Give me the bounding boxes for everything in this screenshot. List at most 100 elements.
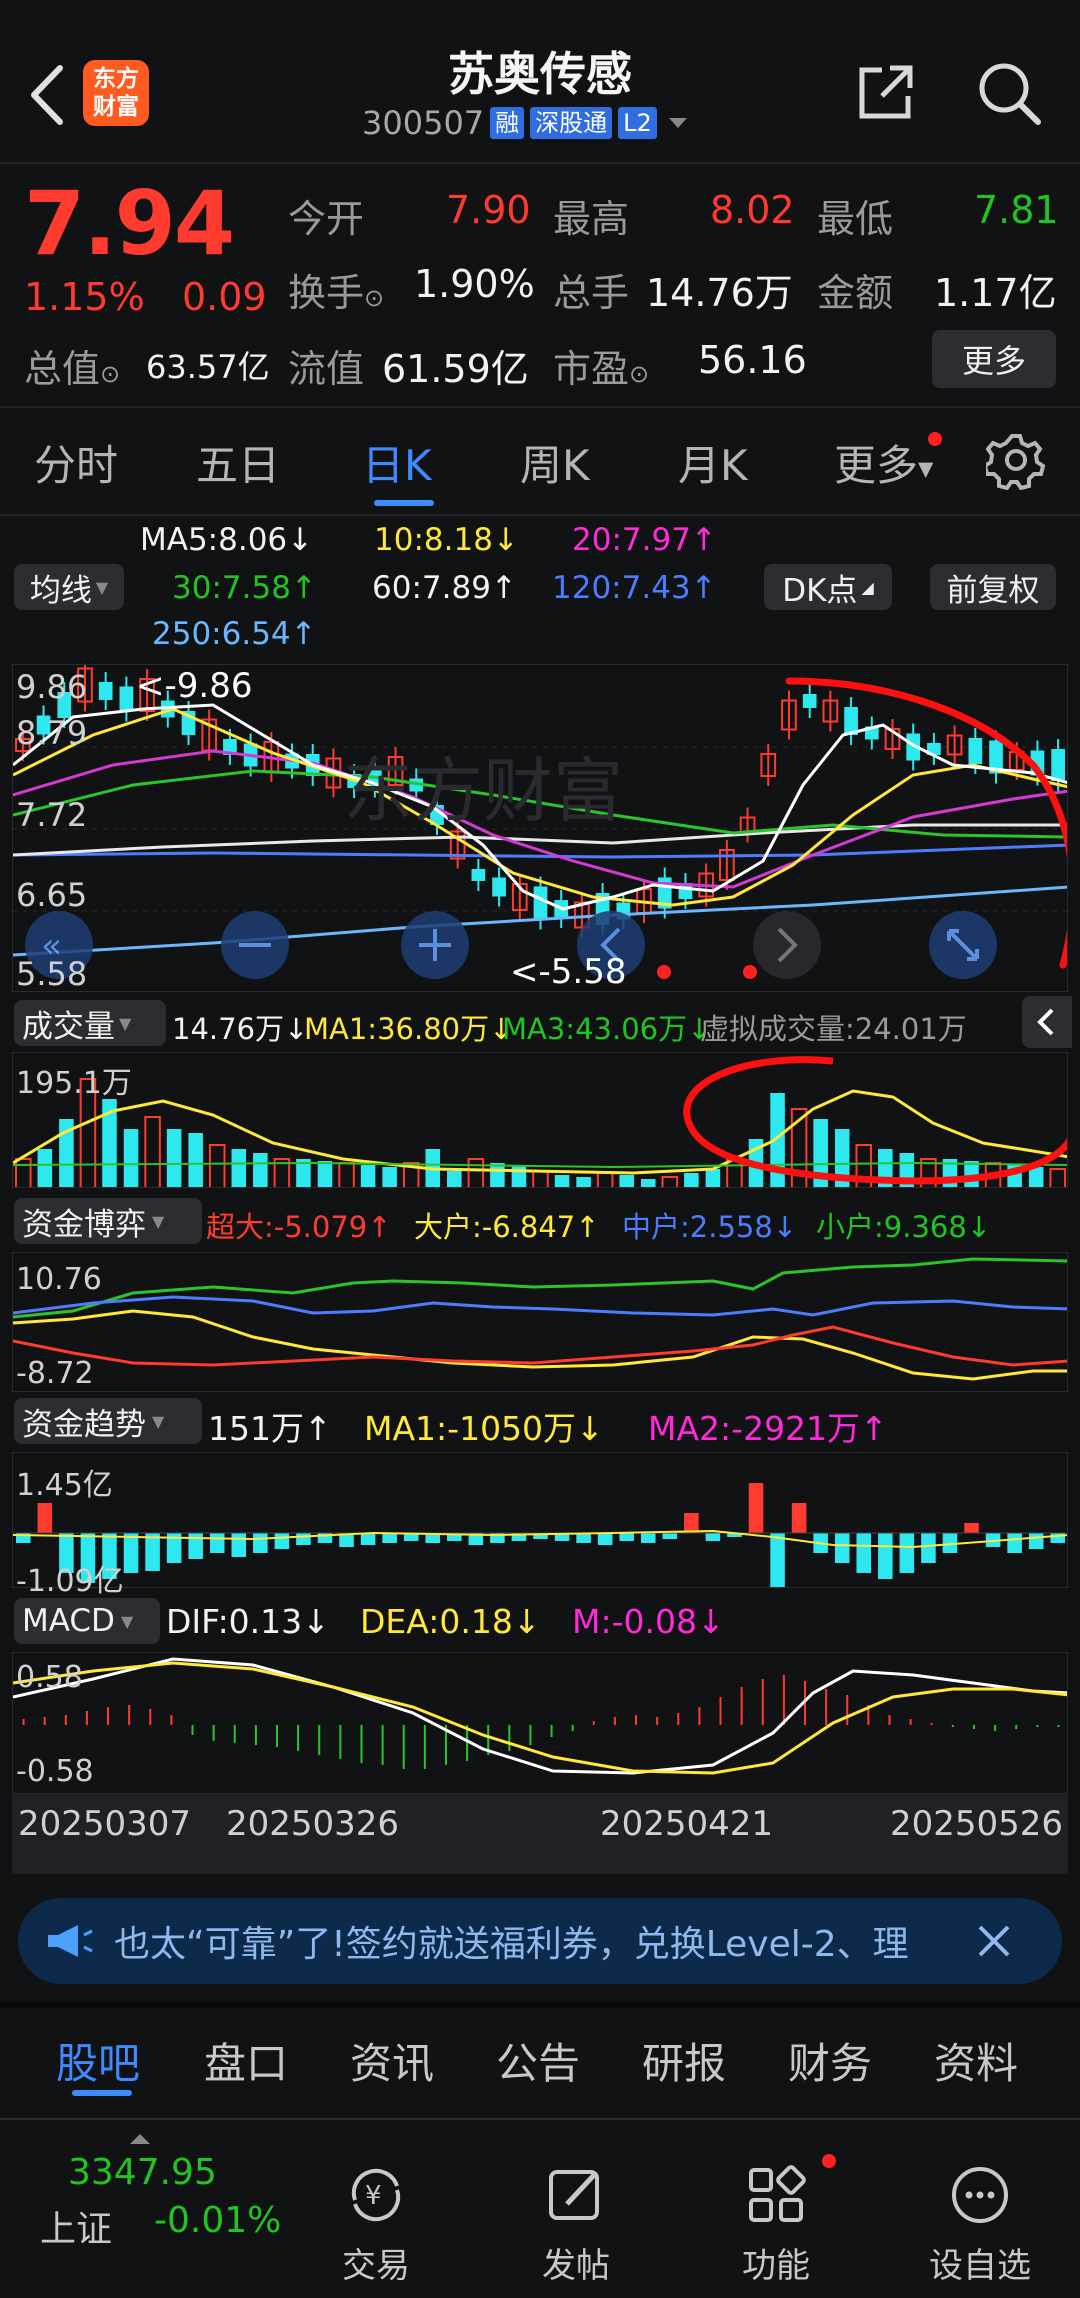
fund-game-selector[interactable]: 资金博弈 ▼: [14, 1198, 202, 1244]
fund-game-axis-top: 10.76: [16, 1262, 102, 1297]
chevron-down-icon: ▼: [152, 1211, 165, 1231]
tab-news[interactable]: 资讯: [350, 2030, 434, 2091]
ma60-label: 60:7.89↑: [372, 570, 517, 606]
macd-chart[interactable]: [12, 1652, 1068, 1794]
stat-open: 今开: [288, 197, 365, 241]
trend-bar: [123, 1533, 139, 1573]
stat-mktcap[interactable]: 总值⊙: [24, 338, 120, 393]
nav-features[interactable]: 功能: [716, 2160, 836, 2287]
volume-selector[interactable]: 成交量 ▼: [14, 1000, 166, 1046]
candle: [98, 682, 113, 700]
fund-game-chart[interactable]: [12, 1252, 1068, 1392]
tab-finance[interactable]: 财务: [788, 2030, 872, 2091]
stat-amount-value: 1.17亿: [934, 271, 1057, 315]
ma20-label: 20:7.97↑: [572, 522, 717, 558]
adjust-button[interactable]: 前复权: [930, 564, 1056, 610]
fund-trend-selector[interactable]: 资金趋势 ▼: [14, 1398, 202, 1444]
macd-dea: DEA:0.18↓: [360, 1602, 541, 1641]
date-axis: 20250307 20250326 20250421 20250526: [12, 1794, 1068, 1874]
share-button[interactable]: [852, 60, 918, 126]
stat-float: 流值: [288, 347, 365, 391]
stat-turnover[interactable]: 换手⊙: [288, 262, 384, 317]
stat-low: 最低: [817, 197, 894, 241]
mid-line: [13, 1295, 1067, 1317]
candle: [802, 694, 817, 708]
date-label: 20250326: [226, 1804, 400, 1844]
fund-trend-ma1: MA1:-1050万↓: [364, 1409, 604, 1448]
macd-axis-top: 0.58: [16, 1660, 83, 1695]
volume-bar: [554, 1175, 570, 1187]
index-change: -0.01%: [154, 2200, 282, 2241]
trend-bar: [231, 1533, 247, 1557]
stock-code-row[interactable]: 300507 融 深股通 L2: [362, 104, 691, 142]
trend-bar: [382, 1533, 397, 1543]
settings-button[interactable]: [982, 430, 1046, 491]
ma-selector[interactable]: 均线 ▼: [14, 564, 124, 610]
more-button[interactable]: 更多: [932, 330, 1056, 388]
tab-monthly-k[interactable]: 月K: [678, 432, 748, 493]
tab-five-day[interactable]: 五日: [196, 432, 280, 493]
macd-dif: DIF:0.13↓: [166, 1602, 330, 1641]
tab-intraday[interactable]: 分时: [34, 432, 118, 493]
svg-text:东方财富: 东方财富: [343, 750, 623, 832]
collapse-button[interactable]: [1022, 996, 1072, 1048]
tab-more[interactable]: 更多▼: [834, 432, 933, 493]
volume-bar: [1049, 1168, 1066, 1187]
chevron-down-icon: ▼: [152, 1411, 165, 1431]
trend-bar: [145, 1533, 160, 1571]
stat-open-value: 7.90: [446, 188, 531, 232]
apps-icon: [749, 2165, 806, 2222]
macd-selector[interactable]: MACD ▼: [14, 1598, 160, 1644]
promo-banner[interactable]: 也太“可靠”了!签约就送福利券，兑换Level-2、理: [18, 1898, 1062, 1984]
volume-bar: [705, 1169, 721, 1187]
index-quote[interactable]: 3347.95 上证 -0.01%: [20, 2130, 290, 2280]
fund-game-axis-bottom: -8.72: [16, 1356, 94, 1391]
fund-trend-chart[interactable]: [12, 1452, 1068, 1588]
trend-bar: [296, 1533, 311, 1545]
close-icon[interactable]: [974, 1921, 1014, 1961]
stat-pe[interactable]: 市盈⊙: [553, 338, 649, 393]
nav-trade[interactable]: ¥ 交易: [316, 2160, 436, 2287]
kline-chart[interactable]: 东方财富 «: [12, 664, 1068, 992]
index-value: 3347.95: [68, 2152, 217, 2193]
trend-bar: [684, 1513, 699, 1533]
trend-bar: [188, 1533, 203, 1559]
volume-bar: [317, 1161, 333, 1187]
signal-dot: [657, 965, 671, 979]
nav-add-watchlist[interactable]: 设自选: [920, 2160, 1040, 2287]
volume-bar: [684, 1173, 699, 1187]
trend-bar: [964, 1523, 979, 1533]
tab-research[interactable]: 研报: [642, 2030, 726, 2091]
kline-axis-4: 6.65: [16, 876, 88, 914]
tab-announcement[interactable]: 公告: [496, 2030, 580, 2091]
chevron-down-icon: ▼: [120, 1611, 134, 1631]
search-button[interactable]: [974, 58, 1044, 128]
tab-weekly-k[interactable]: 周K: [520, 432, 590, 493]
volume-chart[interactable]: [12, 1052, 1068, 1188]
volume-bar: [15, 1158, 32, 1187]
tab-profile[interactable]: 资料: [934, 2030, 1018, 2091]
large-line: [13, 1309, 1067, 1381]
change-value: 0.09: [182, 275, 267, 319]
stock-code: 300507: [362, 104, 485, 142]
ma10-label: 10:8.18↓: [374, 522, 519, 558]
edit-icon: [549, 2170, 599, 2220]
volume-bar: [619, 1175, 634, 1187]
share-icon: [859, 65, 913, 119]
macd-m: M:-0.08↓: [572, 1602, 725, 1641]
back-button[interactable]: [20, 60, 80, 130]
date-label: 20250307: [18, 1804, 192, 1844]
volume-ma1: MA1:36.80万↓: [304, 1012, 514, 1046]
volume-bar: [661, 1176, 679, 1187]
tab-daily-k[interactable]: 日K: [362, 432, 432, 493]
low-marker: <-5.58: [510, 952, 627, 992]
trend-bar: [662, 1533, 678, 1539]
dk-point-button[interactable]: DK点 ◢: [764, 564, 892, 610]
tab-pankou[interactable]: 盘口: [204, 2030, 288, 2091]
nav-post[interactable]: 发帖: [516, 2160, 636, 2287]
tab-guba[interactable]: 股吧: [56, 2030, 140, 2091]
ma120-label: 120:7.43↑: [552, 570, 717, 606]
trend-bar: [360, 1533, 376, 1545]
fund-mid: 中户:2.558↓: [622, 1210, 798, 1244]
candle: [968, 738, 983, 764]
